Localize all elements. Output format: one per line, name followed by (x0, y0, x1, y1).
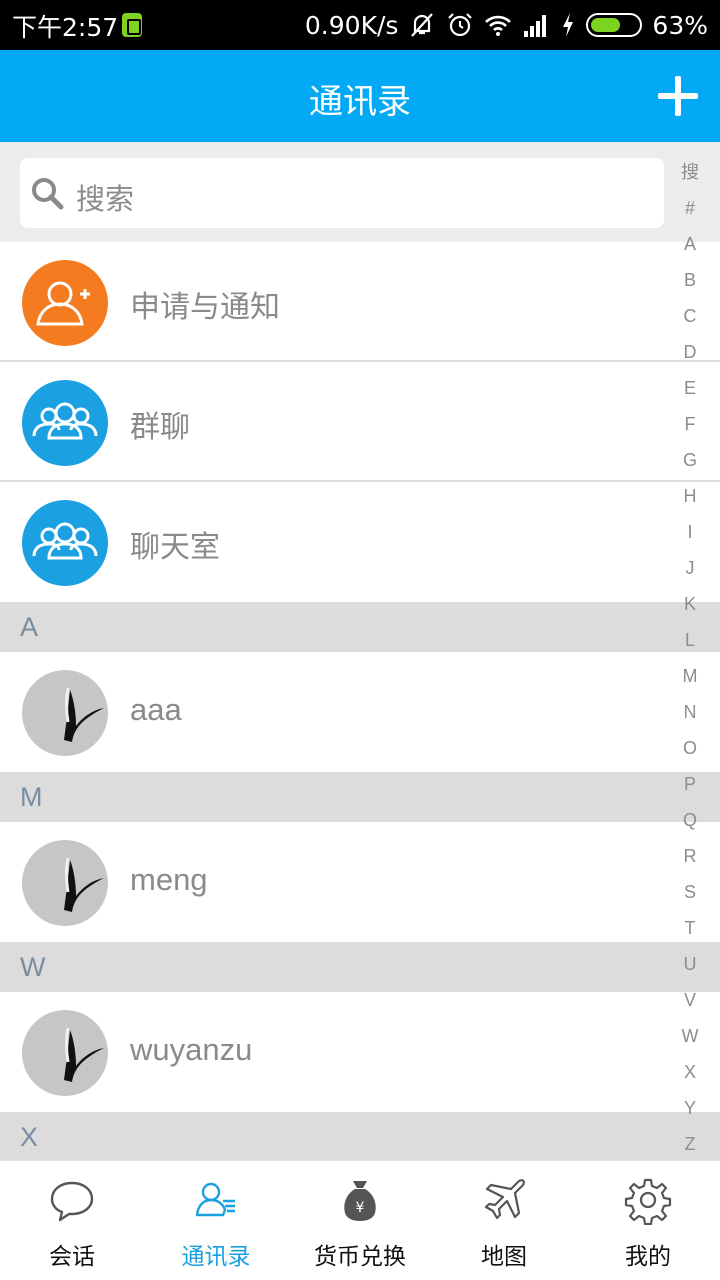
index-letter[interactable]: W (682, 1018, 699, 1054)
alphabet-index-bar[interactable]: 搜 # A B C D E F G H I J K L M N O P Q R S T U V W X Y Z (660, 154, 720, 1160)
index-letter[interactable]: H (684, 478, 697, 514)
tab-conversations[interactable]: 会话 (0, 1161, 144, 1280)
section-letter: A (20, 612, 39, 642)
index-letter[interactable]: V (684, 982, 696, 1018)
section-letter: M (20, 782, 43, 812)
index-letter[interactable]: P (684, 766, 696, 802)
contact-name: meng (130, 862, 208, 897)
index-letter[interactable]: T (685, 910, 696, 946)
search-placeholder: 搜索 (76, 182, 135, 216)
contact-name: wuyanzu (130, 1032, 253, 1067)
index-letter[interactable]: C (684, 298, 697, 334)
list-item-chat-room[interactable]: 聊天室 (0, 482, 720, 602)
index-letter[interactable]: D (684, 334, 697, 370)
index-letter[interactable]: N (684, 694, 697, 730)
index-letter[interactable]: U (684, 946, 697, 982)
alarm-clock-icon (448, 13, 473, 37)
signal-icon (524, 15, 547, 37)
tab-currency-exchange[interactable]: ¥ 货币兑换 (288, 1161, 432, 1280)
page-title: 通讯录 (309, 82, 411, 122)
index-letter[interactable]: # (685, 190, 695, 226)
contact-row[interactable]: meng (0, 822, 720, 942)
avatar (22, 840, 108, 926)
section-header-a: A (0, 602, 720, 652)
group-icon (22, 380, 108, 466)
chat-bubble-icon (50, 1181, 94, 1222)
tab-me[interactable]: 我的 (576, 1161, 720, 1280)
bottom-tab-bar: 会话 通讯录 ¥ 货币兑换 地图 我的 (0, 1160, 720, 1280)
tab-label: 会话 (49, 1244, 95, 1270)
search-input[interactable]: 搜索 (20, 158, 664, 228)
index-letter[interactable]: X (684, 1054, 696, 1090)
bell-muted-icon (411, 13, 434, 37)
index-letter[interactable]: A (684, 226, 696, 262)
contacts-icon (195, 1182, 235, 1217)
app-header: 通讯录 (0, 50, 720, 142)
avatar (22, 670, 108, 756)
index-letter[interactable]: M (683, 658, 698, 694)
status-time: 下午2:57 (12, 13, 119, 42)
list-item-group-chat[interactable]: 群聊 (0, 362, 720, 482)
status-bar: 下午2:57 0.90K/s 63% (0, 0, 720, 50)
group-icon (22, 500, 108, 586)
battery-saver-icon (122, 13, 142, 37)
tab-label: 通讯录 (181, 1244, 251, 1270)
list-item-label: 聊天室 (130, 530, 220, 565)
index-letter[interactable]: S (684, 874, 696, 910)
index-letter[interactable]: J (686, 550, 695, 586)
tab-label: 地图 (481, 1244, 527, 1270)
battery-icon (586, 13, 643, 37)
index-letter[interactable]: R (684, 838, 697, 874)
contact-list[interactable]: 申请与通知 群聊 聊天室 A aaa M meng W wuyanzu X (0, 242, 720, 1160)
contact-row[interactable]: wuyanzu (0, 992, 720, 1112)
svg-text:¥: ¥ (356, 1200, 365, 1216)
index-letter[interactable]: 搜 (681, 154, 699, 190)
search-area: 搜索 (0, 142, 720, 242)
contact-row[interactable]: aaa (0, 652, 720, 772)
charging-bolt-icon (563, 13, 574, 37)
section-letter: X (20, 1122, 39, 1152)
tab-map[interactable]: 地图 (432, 1161, 576, 1280)
list-item-notifications[interactable]: 申请与通知 (0, 242, 720, 362)
index-letter[interactable]: L (685, 622, 695, 658)
index-letter[interactable]: Y (684, 1090, 696, 1126)
avatar (22, 1010, 108, 1096)
index-letter[interactable]: E (684, 370, 696, 406)
airplane-icon (484, 1179, 525, 1220)
index-letter[interactable]: K (684, 586, 696, 622)
list-item-label: 群聊 (130, 410, 190, 445)
contact-name: aaa (130, 692, 182, 727)
section-header-w: W (0, 942, 720, 992)
index-letter[interactable]: Z (685, 1126, 696, 1162)
index-letter[interactable]: Q (683, 802, 697, 838)
tab-label: 货币兑换 (314, 1244, 406, 1270)
section-header-m: M (0, 772, 720, 822)
section-header-x: X (0, 1112, 720, 1160)
tab-contacts[interactable]: 通讯录 (144, 1161, 288, 1280)
search-icon (32, 178, 64, 210)
network-speed: 0.90K/s (304, 10, 399, 40)
list-item-label: 申请与通知 (130, 290, 280, 325)
index-letter[interactable]: B (684, 262, 696, 298)
add-user-icon (22, 260, 108, 346)
index-letter[interactable]: I (687, 514, 692, 550)
gear-icon (624, 1178, 672, 1225)
wifi-icon (485, 15, 512, 36)
index-letter[interactable]: O (683, 730, 697, 766)
battery-percent: 63% (652, 10, 708, 40)
index-letter[interactable]: F (685, 406, 696, 442)
index-letter[interactable]: G (683, 442, 697, 478)
section-letter: W (20, 952, 46, 982)
add-contact-button[interactable] (658, 76, 698, 116)
tab-label: 我的 (625, 1244, 671, 1270)
money-bag-icon: ¥ (344, 1181, 376, 1221)
